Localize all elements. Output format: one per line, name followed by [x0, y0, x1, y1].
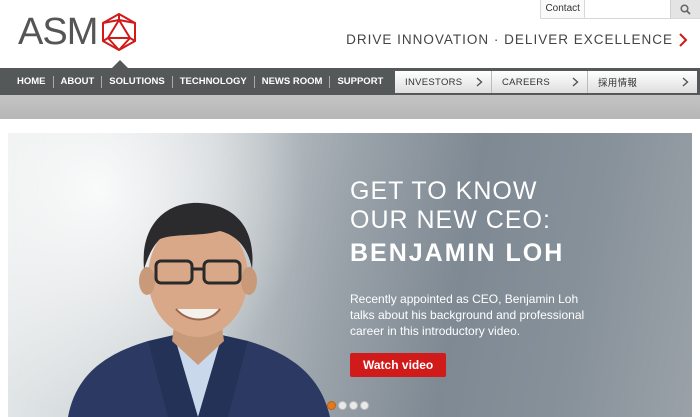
- asm-logo[interactable]: ASM: [18, 12, 139, 52]
- hero-heading-line-1: GET TO KNOW: [350, 177, 538, 205]
- tab-investors[interactable]: INVESTORS: [395, 71, 491, 93]
- search-button[interactable]: [670, 0, 700, 18]
- nav-active-caret: [112, 60, 128, 68]
- chevron-right-icon: [682, 77, 689, 87]
- slide-dot[interactable]: [360, 401, 369, 410]
- hero-heading-line-2: OUR NEW CEO:: [350, 206, 551, 234]
- nav-item-about[interactable]: ABOUT: [54, 68, 102, 95]
- tagline: DRIVE INNOVATION · DELIVER EXCELLENCE: [346, 32, 688, 47]
- watch-video-button[interactable]: Watch video: [350, 353, 447, 377]
- tab-label: INVESTORS: [405, 76, 463, 88]
- logo-text: ASM: [18, 11, 98, 53]
- nav-item-news-room[interactable]: NEWS ROOM: [255, 68, 330, 95]
- site-header: ASM Contact DRIVE INNOVATION · DELIVER E…: [0, 0, 700, 68]
- chevron-right-icon: [572, 77, 579, 87]
- sub-nav-bar: [0, 95, 700, 119]
- nav-items: HOME ABOUT SOLUTIONS TECHNOLOGY NEWS ROO…: [10, 68, 390, 95]
- slide-dot[interactable]: [338, 401, 347, 410]
- contact-link[interactable]: Contact: [541, 0, 586, 18]
- slide-dot[interactable]: [327, 401, 336, 410]
- tab-label: CAREERS: [502, 76, 551, 88]
- slide-dot[interactable]: [349, 401, 358, 410]
- hero-content: GET TO KNOW OUR NEW CEO: BENJAMIN LOH Re…: [350, 177, 680, 377]
- main-nav: HOME ABOUT SOLUTIONS TECHNOLOGY NEWS ROO…: [0, 68, 700, 95]
- nav-tabs: INVESTORS CAREERS 採用情報: [395, 71, 697, 93]
- nav-item-technology[interactable]: TECHNOLOGY: [173, 68, 254, 95]
- nav-item-support[interactable]: SUPPORT: [330, 68, 390, 95]
- chevron-right-icon: [679, 32, 688, 47]
- search-icon: [680, 3, 691, 15]
- search-input[interactable]: [585, 0, 671, 18]
- tagline-text: DRIVE INNOVATION · DELIVER EXCELLENCE: [346, 32, 673, 47]
- hero-heading-name: BENJAMIN LOH: [350, 239, 565, 267]
- nav-item-home[interactable]: HOME: [10, 68, 53, 95]
- tab-careers[interactable]: CAREERS: [491, 71, 587, 93]
- ceo-portrait-image: [68, 202, 330, 417]
- hero-description: Recently appointed as CEO, Benjamin Loh …: [350, 292, 585, 338]
- tab-japanese-recruiting[interactable]: 採用情報: [587, 71, 697, 93]
- hero-banner: GET TO KNOW OUR NEW CEO: BENJAMIN LOH Re…: [8, 133, 692, 417]
- asm-logo-icon: [102, 12, 137, 52]
- utility-bar: Contact: [540, 0, 700, 19]
- tab-label: 採用情報: [598, 78, 638, 89]
- nav-item-solutions[interactable]: SOLUTIONS: [102, 68, 171, 95]
- chevron-right-icon: [476, 77, 483, 87]
- slider-pagination: [327, 401, 369, 410]
